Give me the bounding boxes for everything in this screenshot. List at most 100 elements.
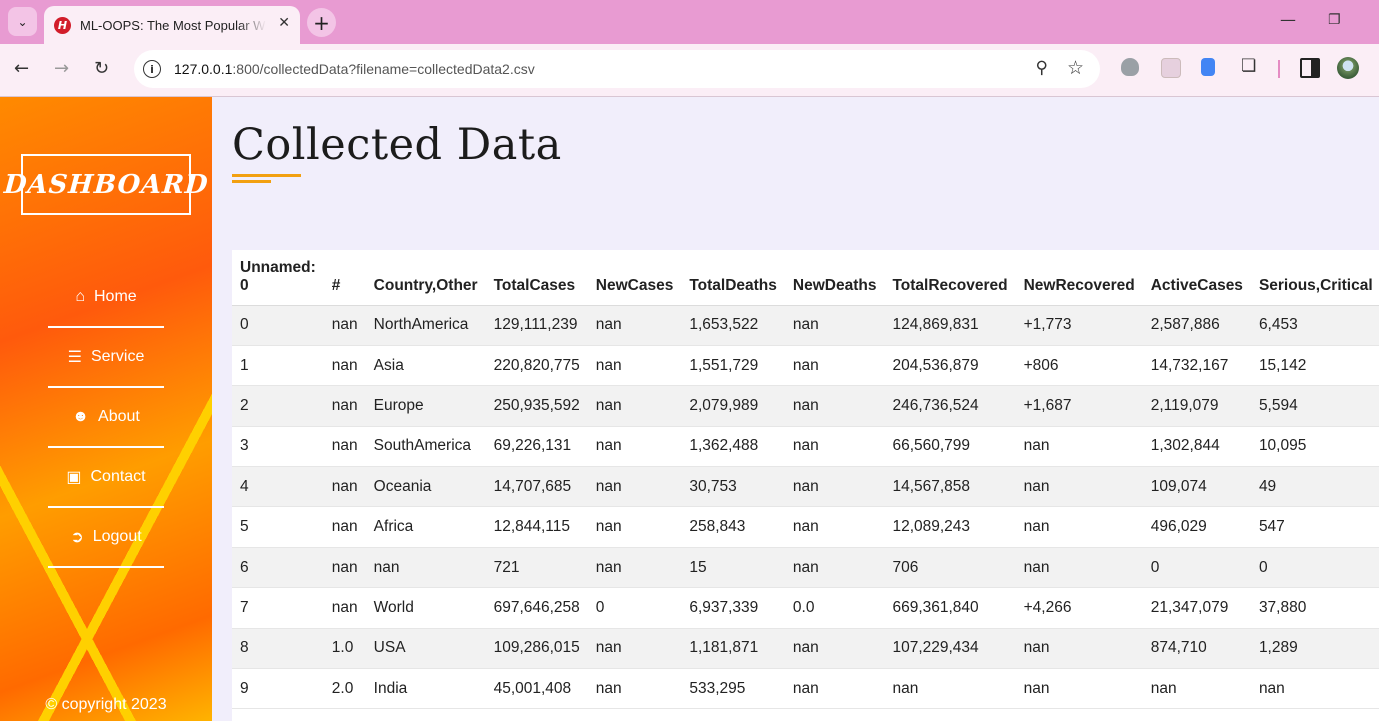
table-cell: 15 xyxy=(681,547,785,589)
puzzle-icon[interactable]: ❏ xyxy=(1241,56,1259,76)
table-cell: +1,773 xyxy=(1015,305,1143,346)
table-cell: 7 xyxy=(232,587,324,629)
table-cell: 0 xyxy=(232,305,324,346)
tablet-extension-icon[interactable] xyxy=(1201,58,1215,76)
table-cell: nan xyxy=(1250,668,1379,710)
table-cell: nan xyxy=(323,587,366,629)
table-cell: 1.0 xyxy=(323,628,366,670)
table-cell: nan xyxy=(784,466,885,508)
table-row: 4 nan Oceania 14,707,685 nan 30,753 nan 14,567,… xyxy=(232,466,1379,508)
column-header: # xyxy=(323,250,366,306)
table-cell: nan xyxy=(587,305,682,346)
logo-text: DASHBOARD xyxy=(2,169,210,200)
url-text[interactable]: 127.0.0.1:800/collectedData?filename=col… xyxy=(174,61,535,77)
table-cell: 3 xyxy=(232,426,324,468)
table-cell: 1,362,488 xyxy=(681,426,785,468)
table-cell: 45,001,408 xyxy=(485,668,588,710)
table-cell: 1,289 xyxy=(1250,628,1379,670)
table-cell: 697,646,258 xyxy=(485,587,588,629)
copyright-text: © copyright 2023 xyxy=(45,696,167,713)
back-icon[interactable]: ← xyxy=(14,58,29,79)
sidebar-item-logout[interactable]: ➲ Logout xyxy=(48,508,164,568)
column-header: NewRecovered xyxy=(1015,250,1143,306)
minimize-icon[interactable]: — xyxy=(1280,10,1296,29)
table-cell: 2,587,886 xyxy=(1142,305,1251,346)
table-cell: +1,687 xyxy=(1015,385,1143,427)
table-cell: nan xyxy=(323,305,366,346)
table-cell: nan xyxy=(784,426,885,468)
table-cell: Oceania xyxy=(365,466,486,508)
close-icon[interactable]: ✕ xyxy=(278,15,290,31)
table-cell: 66,560,799 xyxy=(884,426,1016,468)
table-row: 3 nan SouthAmerica 69,226,131 nan 1,362,488 na… xyxy=(232,426,1379,468)
table-cell: nan xyxy=(587,345,682,387)
list-icon: ☰ xyxy=(67,349,82,366)
toolbar-divider xyxy=(1278,60,1280,78)
column-header: Serious,Critical xyxy=(1250,250,1379,306)
table-row: 8 1.0 USA 109,286,015 nan 1,181,871 nan 107,229… xyxy=(232,628,1379,670)
table-cell: 669,361,840 xyxy=(884,587,1016,629)
reload-icon[interactable]: ↻ xyxy=(94,58,109,79)
table-cell: nan xyxy=(784,385,885,427)
column-header: TotalCases xyxy=(485,250,588,306)
column-header: TotalDeaths xyxy=(681,250,785,306)
user-icon: ☻ xyxy=(72,408,90,425)
sidebar-item-about[interactable]: ☻ About xyxy=(48,388,164,448)
table-cell: 496,029 xyxy=(1142,506,1251,548)
table-cell: 12,844,115 xyxy=(485,506,588,548)
sidebar-item-service[interactable]: ☰ Service xyxy=(48,328,164,388)
side-panel-icon[interactable] xyxy=(1300,58,1320,78)
table-cell: 8 xyxy=(232,628,324,670)
table-cell: World xyxy=(365,587,486,629)
table-cell: 1,302,844 xyxy=(1142,426,1251,468)
bug-extension-icon[interactable] xyxy=(1121,58,1139,76)
sidebar: DASHBOARD ⌂ Home ☰ Service ☻ About ▣ Con… xyxy=(0,97,212,721)
table-cell: nan xyxy=(784,506,885,548)
table-cell: 69,226,131 xyxy=(485,426,588,468)
column-header: TotalRecovered xyxy=(884,250,1016,306)
table-cell: 2 xyxy=(232,385,324,427)
star-icon[interactable]: ☆ xyxy=(1067,57,1084,79)
table-cell: nan xyxy=(323,345,366,387)
dashboard-logo[interactable]: DASHBOARD xyxy=(3,154,209,215)
restore-icon[interactable]: ❐ xyxy=(1328,12,1341,28)
table-cell: 250,935,592 xyxy=(485,385,588,427)
table-cell: 124,869,831 xyxy=(884,305,1016,346)
table-cell: nan xyxy=(587,668,682,710)
table-cell: 6,453 xyxy=(1250,305,1379,346)
forward-icon[interactable]: → xyxy=(54,58,69,79)
table-cell: Europe xyxy=(365,385,486,427)
profile-icon[interactable] xyxy=(1337,57,1359,79)
table-cell: NorthAmerica xyxy=(365,305,486,346)
new-tab-icon[interactable]: + xyxy=(307,8,336,37)
sidebar-item-home[interactable]: ⌂ Home xyxy=(48,268,164,328)
table-cell: 6,937,339 xyxy=(681,587,785,629)
table-cell: 246,736,524 xyxy=(884,385,1016,427)
table-cell: 5,594 xyxy=(1250,385,1379,427)
sidebar-item-contact[interactable]: ▣ Contact xyxy=(48,448,164,508)
table-cell: 2.0 xyxy=(323,668,366,710)
table-cell: 2,079,989 xyxy=(681,385,785,427)
info-icon[interactable]: i xyxy=(143,60,161,78)
table-row: 1 nan Asia 220,820,775 nan 1,551,729 nan 204,53… xyxy=(232,345,1379,387)
data-table-container[interactable]: Unnamed: 0 # Country,Other TotalCases NewCas… xyxy=(232,250,1379,721)
table-cell: 5 xyxy=(232,506,324,548)
table-cell: 1 xyxy=(232,345,324,387)
table-row: 2 nan Europe 250,935,592 nan 2,079,989 nan 246,… xyxy=(232,385,1379,427)
table-cell: 37,880 xyxy=(1250,587,1379,629)
address-bar[interactable]: i 127.0.0.1:800/collectedData?filename=c… xyxy=(134,50,1100,88)
table-cell: 4 xyxy=(232,466,324,508)
table-cell: nan xyxy=(323,385,366,427)
table-cell: nan xyxy=(323,506,366,548)
table-cell: 129,111,239 xyxy=(485,305,588,346)
table-cell: 721 xyxy=(485,547,588,589)
tab-search-icon[interactable]: ⌄ xyxy=(8,7,37,36)
zoom-icon[interactable]: ⚲ xyxy=(1036,58,1048,78)
browser-tab[interactable]: H ML-OOPS: The Most Popular W ✕ xyxy=(44,6,300,44)
sidebar-item-label: Home xyxy=(93,288,137,305)
browser-tab-bar: ⌄ H ML-OOPS: The Most Popular W ✕ + — ❐ xyxy=(0,0,1379,44)
table-row: 7 nan World 697,646,258 0 6,937,339 0.0 669,361… xyxy=(232,587,1379,629)
extension-icon[interactable] xyxy=(1161,58,1181,78)
table-cell: 6 xyxy=(232,547,324,589)
favicon-icon: H xyxy=(54,16,71,34)
